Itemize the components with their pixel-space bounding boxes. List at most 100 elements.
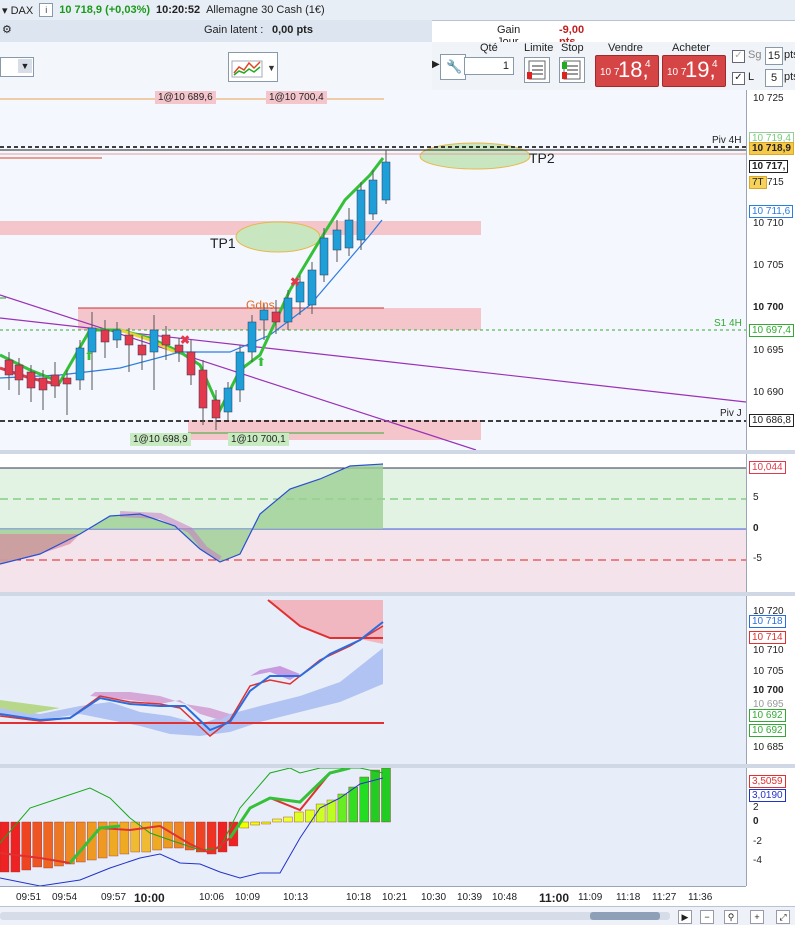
stop-label: Stop [561, 42, 584, 54]
info-icon[interactable]: i [39, 3, 54, 17]
histogram-bar [54, 821, 64, 867]
candle-body [344, 219, 354, 249]
candle-body [137, 344, 147, 356]
svg-text:▼: ▼ [267, 63, 276, 73]
gain-latent-label: Gain latent : [204, 24, 264, 36]
sell-button[interactable]: 10 7 18, 4 [595, 55, 659, 87]
wrench-button[interactable]: 🔧 [440, 54, 466, 80]
timeframe-dropdown[interactable]: ▼ [0, 57, 34, 77]
stop-order-button[interactable] [559, 57, 585, 83]
pivj-label: Piv J [720, 408, 742, 419]
candle-body [124, 334, 134, 346]
histogram-tick: -2 [753, 836, 762, 847]
sg-pts-input[interactable]: 15 [765, 47, 783, 65]
indicator-button[interactable]: ▼ [228, 52, 278, 82]
oscillator-chart[interactable] [0, 454, 746, 592]
scroll-right-icon[interactable]: ▶ [678, 910, 692, 924]
zoom-in-icon[interactable]: + [750, 910, 764, 924]
chart-indicator-icon: ▼ [231, 60, 276, 78]
histogram-tick: 0 [753, 816, 759, 827]
gain-bar: ⚙ Gain latent : 0,00 pts Gain Jour : -9,… [0, 20, 584, 60]
sell-label: Vendre [608, 42, 643, 54]
histogram-bar [32, 821, 42, 868]
instrument-selector[interactable]: ▾ DAX [2, 4, 33, 17]
histogram-bar [294, 811, 304, 823]
price-tag: 10 686,8 [749, 414, 794, 427]
collapse-arrow-icon[interactable]: ▶ [432, 59, 440, 70]
oscillator-axis: 10,044 5 0 -5 [746, 454, 795, 592]
histogram-bar [250, 821, 260, 826]
histogram-bar [43, 821, 53, 869]
order-tag-2[interactable]: 1@10 700,4 [266, 91, 327, 104]
settings-icon[interactable]: ⚙ [2, 23, 12, 36]
histogram-bar [348, 786, 358, 823]
time-tick: 11:18 [616, 892, 641, 903]
price-chart-canvas: ✖ ✖ ⬆ ⬆ [0, 98, 746, 450]
candle-body [198, 369, 208, 409]
candle-body [149, 329, 159, 353]
candle-body [161, 334, 171, 346]
sg-checkbox[interactable]: ✓ [732, 50, 745, 63]
time-tick: 11:00 [539, 891, 570, 905]
candle-body [307, 269, 317, 306]
candle-body [235, 351, 245, 391]
buy-price-small: 10 7 [667, 67, 687, 78]
histogram-axis: 3,5059 3,0190 2 0 -2 -4 [746, 768, 795, 886]
histogram-chart[interactable] [0, 768, 746, 886]
trend-tick: 10 685 [753, 742, 784, 753]
quantity-input[interactable]: 1 [464, 57, 514, 75]
sg-label: Sg [748, 49, 762, 61]
candle-body [26, 371, 36, 389]
histogram-tag: 3,5059 [749, 775, 786, 788]
last-price: 10 718,9 (+0,03%) [59, 4, 151, 16]
order-tag-1[interactable]: 1@10 689,6 [155, 91, 216, 104]
gdns-label: Gdns [246, 298, 275, 312]
histogram-bar [261, 821, 271, 825]
histogram-bar [283, 816, 293, 823]
scrollbar-thumb[interactable] [590, 912, 660, 920]
candle-body [38, 377, 48, 391]
time-tick: 09:57 [101, 892, 127, 903]
time-tick: 10:13 [283, 892, 309, 903]
horizontal-scrollbar[interactable] [0, 912, 670, 920]
candle-body [223, 387, 233, 413]
histogram-tick: -4 [753, 855, 762, 866]
trend-tick: 10 700 [753, 685, 784, 696]
histogram-bar [381, 768, 391, 823]
oscillator-tick: -5 [753, 553, 762, 564]
candlesticks [4, 150, 391, 430]
trend-chart[interactable] [0, 596, 746, 764]
l-pts-input[interactable]: 5 [765, 69, 783, 87]
price-tick: 10 725 [753, 93, 784, 104]
candle-body [368, 179, 378, 215]
gain-latent-value: 0,00 pts [272, 24, 313, 36]
price-chart[interactable]: ✖ ✖ ⬆ ⬆ 1@10 689,6 1@10 700,4 1@10 698,9… [0, 90, 746, 450]
zoom-icon[interactable]: ⚲ [724, 910, 738, 924]
trend-tick: 10 710 [753, 645, 784, 656]
order-tag-3[interactable]: 1@10 698,9 [130, 433, 191, 446]
wrench-icon: 🔧 [446, 59, 463, 74]
candle-body [271, 311, 281, 323]
time-tick: 09:54 [52, 892, 78, 903]
l-checkbox[interactable]: ✓ [732, 72, 745, 85]
sell-marker-icon: ✖ [180, 333, 190, 347]
chart-toolbar: ▼ ▼ [0, 42, 432, 93]
zoom-out-icon[interactable]: − [700, 910, 714, 924]
l-label: L [748, 71, 755, 83]
limit-order-button[interactable] [524, 57, 550, 83]
time-tick: 10:06 [199, 892, 225, 903]
histogram-bar [272, 818, 282, 823]
buy-button[interactable]: 10 7 19, 4 [662, 55, 726, 87]
time-tick: 11:27 [652, 892, 677, 903]
price-tick: 10 710 [753, 218, 784, 229]
price-tick: 10 700 [753, 302, 784, 313]
tp2-label: TP2 [529, 150, 555, 166]
price-tick: 715 [767, 177, 784, 188]
sell-price-sup: 4 [645, 59, 651, 70]
price-tick: 10 705 [753, 260, 784, 271]
time-tick: 10:09 [235, 892, 261, 903]
fit-icon[interactable]: ⤢ [776, 910, 790, 924]
order-tag-4[interactable]: 1@10 700,1 [228, 433, 289, 446]
candle-body [319, 237, 329, 276]
histogram-bar [305, 809, 315, 823]
